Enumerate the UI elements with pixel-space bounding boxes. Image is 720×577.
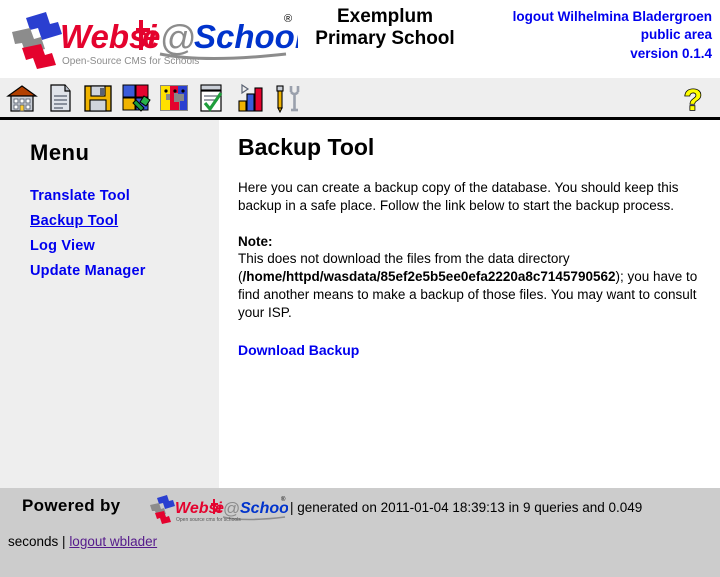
school-name-line2: Primary School xyxy=(315,28,455,50)
toolbar-icon-group xyxy=(6,82,304,114)
areas-icon[interactable] xyxy=(158,82,190,114)
page-footer: Powered by Websi e @ School ® Open sourc… xyxy=(0,488,720,577)
footer-logo-tagline: Open source cms for schools xyxy=(176,517,241,523)
page-title: Backup Tool xyxy=(238,134,375,160)
puzzle-pieces-icon xyxy=(12,12,62,69)
logout-link[interactable]: logout Wilhelmina Bladergroen xyxy=(513,8,712,26)
sidebar-item-log-view[interactable]: Log View xyxy=(30,238,219,254)
page-body: Menu Translate Tool Backup Tool Log View… xyxy=(0,120,720,488)
note-label: Note: xyxy=(238,233,273,249)
data-directory-path: /home/httpd/wasdata/85ef2e5b5ee0efa2220a… xyxy=(242,269,616,285)
main-content: Backup Tool Here you can create a backup… xyxy=(219,120,720,488)
svg-text:@: @ xyxy=(223,499,240,518)
download-backup-link[interactable]: Download Backup xyxy=(238,342,359,358)
site-logo[interactable]: Websi e @ School ® Open-Source CMS for S… xyxy=(8,8,298,70)
generated-info: | generated on 2011-01-04 18:39:13 in 9 … xyxy=(290,500,643,515)
svg-text:e: e xyxy=(142,18,160,55)
page-header: Websi e @ School ® Open-Source CMS for S… xyxy=(0,0,720,78)
school-name-line1: Exemplum xyxy=(336,6,434,27)
sidebar-menu-list: Translate Tool Backup Tool Log View Upda… xyxy=(30,188,219,279)
footer-logout-link[interactable]: logout wblader xyxy=(69,534,157,549)
sidebar: Menu Translate Tool Backup Tool Log View… xyxy=(0,120,219,488)
save-icon[interactable] xyxy=(82,82,114,114)
seconds-label: seconds | xyxy=(8,534,66,549)
modules-icon[interactable] xyxy=(120,82,152,114)
school-name: Exemplum Primary School xyxy=(300,6,470,51)
svg-text:Open-Source CMS for Schools: Open-Source CMS for Schools xyxy=(62,56,199,67)
tasks-icon[interactable] xyxy=(196,82,228,114)
statistics-icon[interactable] xyxy=(234,82,266,114)
svg-text:@: @ xyxy=(160,17,197,58)
note-paragraph: Note: This does not download the files f… xyxy=(238,233,712,322)
powered-by-label: Powered by xyxy=(22,496,121,515)
footer-website-at-school-logo[interactable]: Websi e @ School ® Open source cms for s… xyxy=(148,494,288,526)
website-at-school-logo-graphic: Websi e @ School ® Open-Source CMS for S… xyxy=(12,12,298,69)
svg-text:®: ® xyxy=(284,13,292,25)
svg-text:School: School xyxy=(194,18,298,55)
help-question-icon[interactable]: ? xyxy=(678,83,708,115)
svg-text:?: ? xyxy=(684,84,702,115)
home-icon[interactable] xyxy=(6,82,38,114)
sidebar-item-update-manager[interactable]: Update Manager xyxy=(30,263,219,279)
intro-paragraph: Here you can create a backup copy of the… xyxy=(238,180,679,213)
page-icon[interactable] xyxy=(44,82,76,114)
sidebar-title: Menu xyxy=(30,140,90,165)
version-label: version 0.1.4 xyxy=(630,45,712,61)
sidebar-item-backup-tool[interactable]: Backup Tool xyxy=(30,213,219,229)
main-toolbar: ? xyxy=(0,78,720,120)
puzzle-pieces-icon xyxy=(150,495,175,524)
svg-text:®: ® xyxy=(281,496,286,503)
sidebar-item-translate-tool[interactable]: Translate Tool xyxy=(30,188,219,204)
tools-icon[interactable] xyxy=(272,82,304,114)
area-label: public area xyxy=(640,27,712,43)
footer-bottom-row: seconds | logout wblader xyxy=(8,534,157,549)
footer-top-row: Powered by Websi e @ School ® Open sourc… xyxy=(0,488,720,532)
user-info-block: logout Wilhelmina Bladergroen public are… xyxy=(513,8,712,63)
